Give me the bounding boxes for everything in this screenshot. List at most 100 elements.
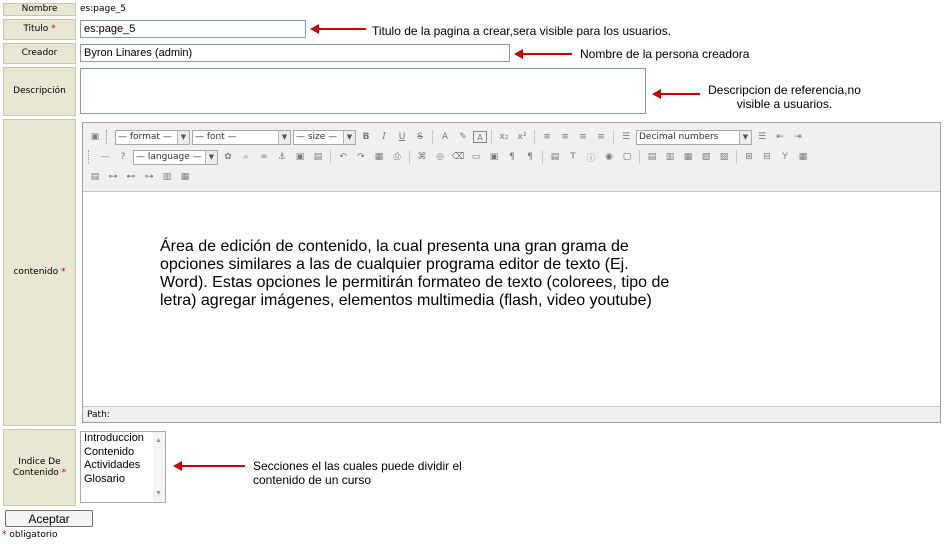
indice-listbox[interactable]: Introduccion Contenido Actividades Glosa…	[80, 431, 166, 503]
rich-text-editor: ▣ — format — ▼ — font — ▼ — size — ▼ B I U …	[82, 122, 941, 423]
align-justify-icon[interactable]: ≡	[593, 129, 609, 145]
chevron-down-icon: ▼	[177, 130, 189, 144]
aceptar-button[interactable]: Aceptar	[5, 510, 93, 527]
indent-icon[interactable]: ⇥	[790, 129, 806, 145]
attribute-icon[interactable]: ◉	[601, 149, 617, 165]
toolbar-separator	[736, 150, 737, 164]
superscript-icon[interactable]: x²	[514, 129, 530, 145]
insert-row-icon[interactable]: ▤	[644, 149, 660, 165]
template-icon[interactable]: ▤	[547, 149, 563, 165]
indice-label: Indice De Contenido *	[3, 429, 76, 506]
annotation-titulo: Titulo de la pagina a crear,sera visible…	[372, 24, 672, 38]
chevron-up-icon[interactable]: ▲	[155, 434, 162, 448]
toolbar-grip	[106, 130, 112, 144]
chevron-down-icon[interactable]: ▼	[155, 487, 162, 501]
search-icon[interactable]: ⌕	[238, 149, 254, 165]
cell-props-icon[interactable]: ▨	[716, 149, 732, 165]
toolbar-separator	[491, 130, 492, 144]
image-icon[interactable]: ▣	[292, 149, 308, 165]
col-after-icon[interactable]: ▥	[159, 169, 175, 185]
rtl-icon[interactable]: ¶	[522, 149, 538, 165]
ordered-list-icon[interactable]: ☰	[618, 129, 634, 145]
subscript-icon[interactable]: x₂	[496, 129, 512, 145]
italic-button[interactable]: I	[376, 129, 392, 145]
list-style-select[interactable]: Decimal numbers ▼	[636, 129, 752, 145]
arrow-left-icon	[652, 89, 700, 99]
code-icon[interactable]: ⌘	[414, 149, 430, 165]
required-mark: *	[51, 24, 56, 34]
align-center-icon[interactable]: ≡	[557, 129, 573, 145]
cleanup-icon[interactable]: ◎	[432, 149, 448, 165]
horizontal-rule-icon[interactable]: —	[97, 149, 113, 165]
editor-content-area[interactable]: Área de edición de contenido, la cual pr…	[83, 191, 940, 407]
descripcion-textarea[interactable]	[80, 68, 646, 114]
align-right-icon[interactable]: ≡	[575, 129, 591, 145]
toolbar-separator	[613, 130, 614, 144]
print-icon[interactable]: ⎙	[389, 149, 405, 165]
font-select[interactable]: — font — ▼	[192, 129, 291, 145]
nombre-label: Nombre	[3, 3, 76, 16]
help-icon[interactable]: ?	[115, 149, 131, 165]
preview-icon[interactable]: ▢	[619, 149, 635, 165]
anchor-icon[interactable]: ⚓	[274, 149, 290, 165]
chevron-down-icon: ▼	[205, 150, 217, 164]
highlight-icon[interactable]: ✎	[455, 129, 471, 145]
required-legend: * obligatorio	[2, 530, 58, 540]
toolbar-separator	[432, 130, 433, 144]
undo-icon[interactable]: ↶	[335, 149, 351, 165]
media-icon[interactable]: ▤	[310, 149, 326, 165]
filter-icon[interactable]: Y	[777, 149, 793, 165]
row-props-icon[interactable]: ▤	[87, 169, 103, 185]
arrow-left-icon	[173, 461, 245, 471]
language-select[interactable]: — language — ▼	[133, 149, 218, 165]
spellcheck-icon[interactable]: ✿	[220, 149, 236, 165]
font-box-icon[interactable]: A	[473, 131, 487, 143]
creador-input[interactable]: Byron Linares (admin)	[80, 44, 510, 62]
style-icon[interactable]: T	[565, 149, 581, 165]
arrow-left-icon	[310, 24, 366, 34]
delete-row-icon[interactable]: ▥	[662, 149, 678, 165]
bold-button[interactable]: B	[358, 129, 374, 145]
fullscreen-icon[interactable]: ▣	[486, 149, 502, 165]
editor-toolbar-row-2: — ? — language — ▼ ✿ ⌕ ∞ ⚓ ▣ ▤ ↶ ↷ ▦ ⎙ ⌘ …	[87, 148, 811, 166]
align-left-icon[interactable]: ≡	[539, 129, 555, 145]
outdent-icon[interactable]: ⇤	[772, 129, 788, 145]
unordered-list-icon[interactable]: ☰	[754, 129, 770, 145]
col-before-icon[interactable]: ⊶	[141, 169, 157, 185]
editor-content-text: Área de edición de contenido, la cual pr…	[160, 238, 670, 309]
table-icon[interactable]: ▦	[371, 149, 387, 165]
underline-button[interactable]: U	[394, 129, 410, 145]
toolbar-separator	[542, 150, 543, 164]
titulo-input[interactable]: es:page_5	[80, 20, 306, 38]
link-icon[interactable]: ∞	[256, 149, 272, 165]
listbox-scrollbar[interactable]: ▲ ▼	[153, 432, 165, 502]
chevron-down-icon: ▼	[278, 130, 290, 144]
size-select[interactable]: — size — ▼	[293, 129, 356, 145]
titulo-label: Titulo *	[3, 19, 76, 40]
chevron-down-icon: ▼	[739, 130, 751, 144]
ltr-icon[interactable]: ¶	[504, 149, 520, 165]
annotation-indice: Secciones el las cuales puede dividir el…	[253, 459, 462, 487]
toolbar-separator	[639, 150, 640, 164]
arrow-left-icon	[514, 49, 572, 59]
text-color-icon[interactable]: A	[437, 129, 453, 145]
row-after-icon[interactable]: ⊷	[123, 169, 139, 185]
insert-col-icon[interactable]: ⊞	[741, 149, 757, 165]
delete-col-icon[interactable]: ⊟	[759, 149, 775, 165]
toolbar-separator	[409, 150, 410, 164]
paste-icon[interactable]: ▣	[87, 129, 103, 145]
strikethrough-button[interactable]: S	[412, 129, 428, 145]
grid-icon[interactable]: ▦	[177, 169, 193, 185]
row-before-icon[interactable]: ⊶	[105, 169, 121, 185]
annotation-creador: Nombre de la persona creadora	[580, 47, 750, 61]
eraser-icon[interactable]: ⌫	[450, 149, 466, 165]
nombre-value: es:page_5	[80, 4, 126, 14]
format-select[interactable]: — format — ▼	[115, 129, 190, 145]
toolbar-grip	[88, 150, 94, 164]
redo-icon[interactable]: ↷	[353, 149, 369, 165]
block-icon[interactable]: ▭	[468, 149, 484, 165]
table-props-icon[interactable]: ▦	[795, 149, 811, 165]
split-cell-icon[interactable]: ▦	[680, 149, 696, 165]
merge-cell-icon[interactable]: ▧	[698, 149, 714, 165]
info-icon[interactable]: ⓘ	[583, 149, 599, 165]
